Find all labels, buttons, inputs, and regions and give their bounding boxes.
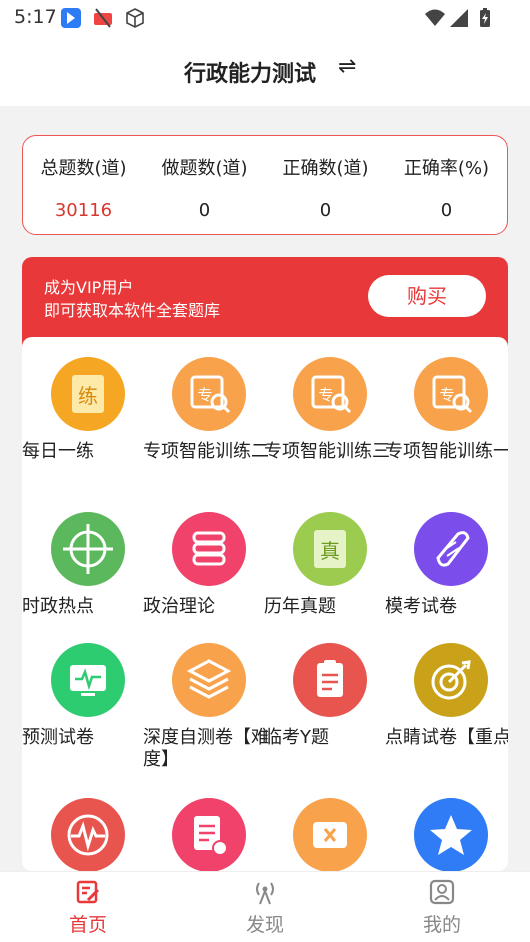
grid-item-row4-2[interactable] <box>143 798 264 871</box>
grid-item-label: 深度自测卷【难度】 <box>143 727 269 770</box>
true-exam-icon: 真 <box>293 512 367 586</box>
tab-discover[interactable]: 发现 <box>177 878 353 937</box>
notification-app-icon <box>61 8 81 28</box>
cube-icon <box>126 8 144 28</box>
pulse-icon <box>51 798 125 871</box>
stat-correct: 正确数(道) 0 <box>265 154 386 221</box>
svg-text:练: 练 <box>78 384 98 408</box>
stat-value: 0 <box>198 200 211 221</box>
signal-icon <box>450 9 468 27</box>
buy-button[interactable]: 购买 <box>368 275 486 317</box>
star-icon <box>414 798 488 871</box>
tab-mine[interactable]: 我的 <box>354 878 530 937</box>
vip-subtitle: 即可获取本软件全套题库 <box>44 301 221 320</box>
vip-banner: 成为VIP用户 即可获取本软件全套题库 购买 <box>22 257 508 347</box>
scroll-icon <box>414 512 488 586</box>
stat-accuracy: 正确率(%) 0 <box>386 154 507 221</box>
grid-item-label: 模考试卷 <box>385 596 457 617</box>
layers-icon <box>172 643 246 717</box>
tab-home[interactable]: 首页 <box>0 878 176 937</box>
home-edit-icon <box>76 880 100 904</box>
grid-item-self-test[interactable]: 深度自测卷【难度】 <box>143 643 269 793</box>
stats-card: 总题数(道) 30116 做题数(道) 0 正确数(道) 0 正确率(%) 0 <box>22 135 508 235</box>
grid-item-row4-4[interactable] <box>385 798 506 871</box>
grid-item-special-3[interactable]: 专 专项智能训练三 <box>264 357 390 507</box>
grid-item-mock-exam[interactable]: 模考试卷 <box>385 512 506 662</box>
special-training-icon: 专 <box>293 357 367 431</box>
grid-item-row4-1[interactable] <box>22 798 143 871</box>
monitor-icon <box>51 643 125 717</box>
stat-value: 0 <box>440 200 453 221</box>
stat-done: 做题数(道) 0 <box>144 154 265 221</box>
broadcast-icon <box>256 882 274 905</box>
wifi-icon <box>425 9 445 26</box>
grid-item-label: 预测试卷 <box>22 727 94 748</box>
grid-item-special-1[interactable]: 专 专项智能训练一 <box>385 357 508 507</box>
notification-muted-icon <box>94 8 112 28</box>
grid-item-label: 时政热点 <box>22 596 94 617</box>
special-training-icon: 专 <box>172 357 246 431</box>
grid-item-special-2[interactable]: 专 专项智能训练二 <box>143 357 269 507</box>
tab-label: 发现 <box>245 914 284 936</box>
grid-item-key-exam[interactable]: 点睛试卷【重点】 <box>385 643 508 793</box>
title-bar: 行政能力测试 ⇌ <box>0 36 530 106</box>
grid-item-current-affairs[interactable]: 时政热点 <box>22 512 143 662</box>
tab-label: 我的 <box>422 914 461 936</box>
stat-total: 总题数(道) 30116 <box>23 154 144 221</box>
special-training-icon: 专 <box>414 357 488 431</box>
bottom-tab-bar: 首页 发现 我的 <box>0 871 530 942</box>
grid-item-label: 临考Y题 <box>264 727 329 748</box>
vip-title: 成为VIP用户 <box>44 278 134 297</box>
svg-text:真: 真 <box>320 539 340 563</box>
grid-item-final-questions[interactable]: 临考Y题 <box>264 643 385 793</box>
grid-item-forecast-exam[interactable]: 预测试卷 <box>22 643 143 793</box>
grid-item-daily-practice[interactable]: 练 每日一练 <box>22 357 143 507</box>
grid-item-political-theory[interactable]: 政治理论 <box>143 512 264 662</box>
grid-item-label: 点睛试卷【重点】 <box>385 727 508 748</box>
svg-text:专: 专 <box>318 386 333 404</box>
tab-label: 首页 <box>68 914 107 936</box>
svg-text:专: 专 <box>439 386 454 404</box>
practice-icon: 练 <box>51 357 125 431</box>
grid-item-label: 历年真题 <box>264 596 336 617</box>
stat-label: 正确数(道) <box>282 158 369 179</box>
status-time: 5:17 <box>14 6 57 28</box>
wrong-questions-icon <box>293 798 367 871</box>
switch-subject-icon[interactable]: ⇌ <box>338 54 356 79</box>
grid-item-past-exams[interactable]: 真 历年真题 <box>264 512 385 662</box>
grid-item-label: 专项智能训练二 <box>143 441 269 462</box>
target-icon <box>51 512 125 586</box>
grid-item-row4-3[interactable] <box>264 798 385 871</box>
grid-item-label: 政治理论 <box>143 596 215 617</box>
stat-label: 做题数(道) <box>161 158 248 179</box>
grid-item-label: 专项智能训练三 <box>264 441 390 462</box>
stat-label: 总题数(道) <box>40 158 127 179</box>
stat-value: 0 <box>319 200 332 221</box>
page-title: 行政能力测试 <box>183 62 316 87</box>
stat-value: 30116 <box>54 200 113 221</box>
clipboard-icon <box>293 643 367 717</box>
profile-icon <box>429 879 455 905</box>
books-icon <box>172 512 246 586</box>
svg-text:专: 专 <box>197 386 212 404</box>
grid-item-label: 每日一练 <box>22 441 94 462</box>
bullseye-icon <box>414 643 488 717</box>
document-clock-icon <box>172 798 246 871</box>
battery-icon <box>480 8 490 27</box>
status-bar: 5:17 <box>0 0 530 36</box>
grid-item-label: 专项智能训练一 <box>385 441 508 462</box>
feature-grid: 练 每日一练 专 专项智能训练二 专 专项智能训练三 专 专项智能训练一 时政热… <box>22 337 508 871</box>
stat-label: 正确率(%) <box>403 158 490 179</box>
